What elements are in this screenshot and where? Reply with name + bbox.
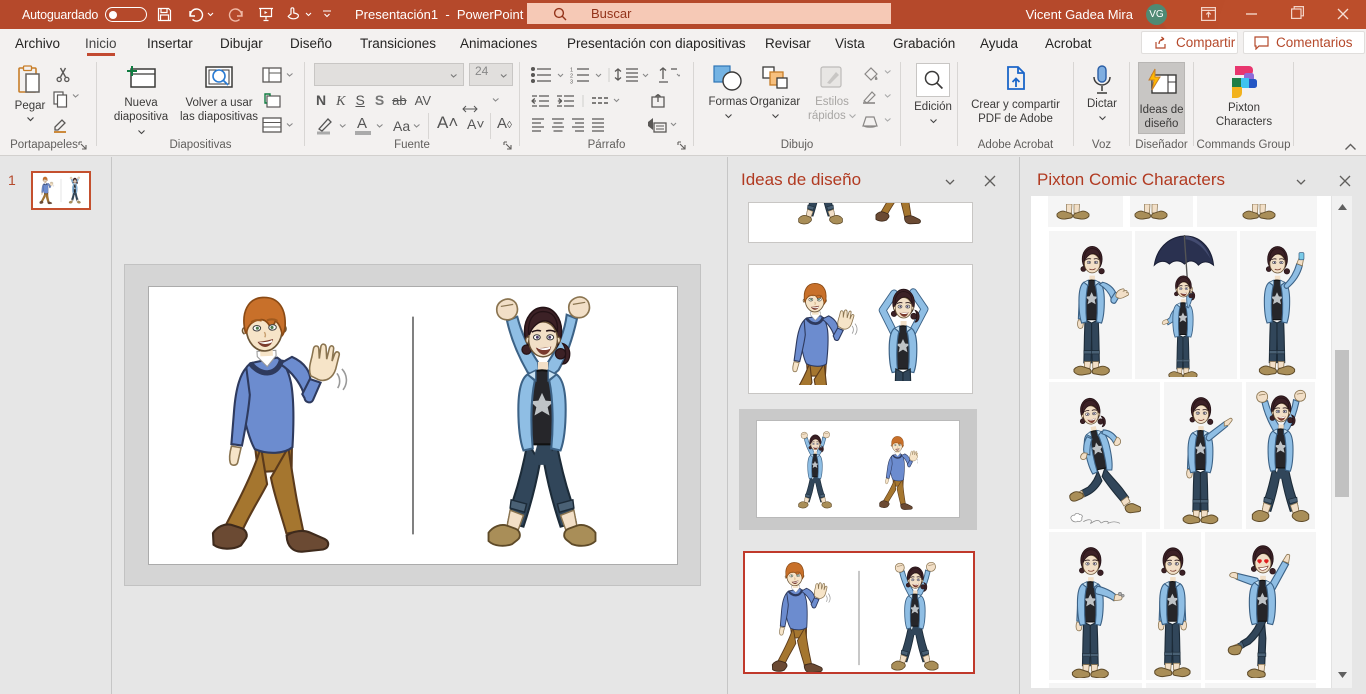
svg-text:3: 3 [570, 80, 573, 85]
